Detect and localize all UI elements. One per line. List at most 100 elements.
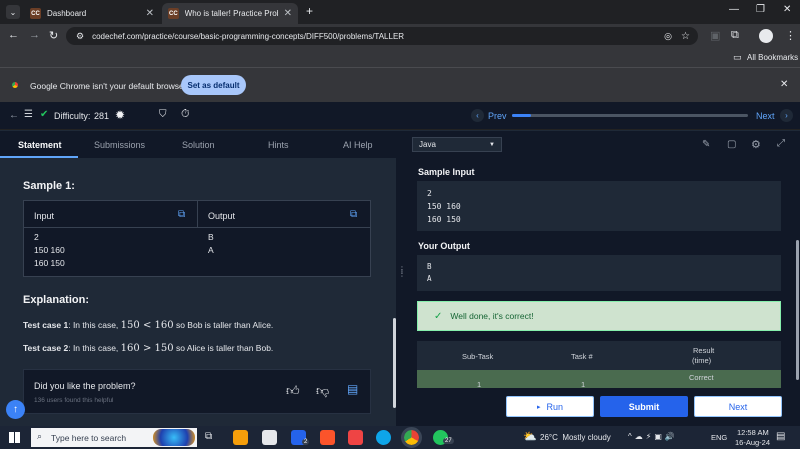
clock-date[interactable]: 16-Aug-24 [735, 438, 770, 447]
result-subheader: (time) [692, 356, 712, 365]
problem-statement-panel: Sample 1: Input ⧉ Output ⧉ 2 150 160 160… [0, 158, 396, 426]
sample-input-body: 2 150 160 160 150 [34, 231, 65, 270]
tab-hints[interactable]: Hints [268, 140, 289, 150]
timer-icon[interactable]: ⏱ [181, 108, 190, 121]
tab-statement[interactable]: Statement [18, 140, 62, 150]
back-arrow-icon[interactable]: ← [9, 110, 19, 121]
close-tab-icon[interactable]: ✕ [146, 8, 154, 19]
clock-time[interactable]: 12:58 AM [737, 428, 769, 437]
case-pre: : In this case, [68, 343, 121, 353]
windows-start-icon[interactable] [9, 432, 20, 443]
mail-badge: 2 [302, 439, 310, 445]
list-icon[interactable]: ☰ [24, 109, 33, 120]
close-tab-icon[interactable]: ✕ [284, 8, 292, 19]
file-explorer-icon[interactable] [233, 430, 248, 445]
system-tray-icons[interactable]: ^☁⚡▣🔊 [628, 432, 678, 441]
copy-output-icon[interactable]: ⧉ [350, 209, 357, 220]
problem-header: ← ☰ ✔ Difficulty: 281 ✹ ⛉ ⏱ ‹ Prev Next … [0, 102, 800, 130]
run-button[interactable]: ▸ Run [506, 396, 594, 417]
infobar-text: Google Chrome isn't your default browser [30, 81, 187, 91]
browser-tab-strip: ⌄ CC Dashboard ✕ CC Who is taller! Pract… [0, 0, 800, 24]
search-icon: ⌕ [37, 431, 43, 441]
thumbs-up-icon[interactable]: 👍︎ [286, 383, 300, 399]
browser-tab-dashboard[interactable]: CC Dashboard ✕ [24, 3, 160, 24]
scroll-to-top-button[interactable]: ↑ [6, 400, 25, 419]
all-bookmarks-link[interactable]: All Bookmarks [747, 53, 798, 62]
check-icon: ✓ [434, 310, 443, 322]
prev-chevron-icon[interactable]: ‹ [471, 109, 484, 122]
sample-input-title: Sample Input [418, 167, 475, 177]
notification-icon[interactable]: ▤ [776, 431, 785, 442]
site-info-icon[interactable]: ⚙ [76, 31, 84, 42]
minimize-icon[interactable]: — [729, 4, 739, 15]
bookmark-star-icon[interactable]: ☆ [681, 31, 690, 42]
tab-ai-help[interactable]: AI Help [343, 140, 373, 150]
chat-icon[interactable]: ▢ [727, 139, 736, 150]
comment-icon[interactable]: ▤ [347, 382, 358, 396]
youtube-icon[interactable] [348, 430, 363, 445]
close-window-icon[interactable]: ✕ [783, 4, 791, 15]
next-link[interactable]: Next [756, 111, 775, 121]
tab-search-icon[interactable]: ⌄ [6, 5, 20, 19]
sun-icon[interactable]: ✹ [115, 108, 125, 122]
explanation-case-2: Test case 2: In this case, 160 > 150 so … [23, 343, 273, 354]
magic-wand-icon[interactable]: ✎ [702, 139, 710, 150]
tab-submissions[interactable]: Submissions [94, 140, 145, 150]
address-bar[interactable]: ⚙ codechef.com/practice/course/basic-pro… [66, 27, 698, 45]
weather-text[interactable]: 26°C Mostly cloudy [540, 433, 611, 442]
expand-icon[interactable]: ⤢ [777, 138, 785, 149]
case-label: Test case 2 [23, 343, 69, 353]
next-chevron-icon[interactable]: › [780, 109, 793, 122]
sample-output-line: B [208, 232, 214, 242]
results-header: Sub-Task Task # Result (time) [417, 341, 781, 370]
infobar-close-icon[interactable]: ✕ [780, 79, 788, 90]
thumbs-down-icon[interactable]: 👎︎ [316, 383, 329, 399]
url-text: codechef.com/practice/course/basic-progr… [92, 31, 405, 41]
chrome-icon[interactable] [401, 427, 422, 448]
tab-solution[interactable]: Solution [182, 140, 215, 150]
new-tab-button[interactable]: + [306, 4, 313, 18]
forward-icon[interactable]: → [29, 29, 40, 41]
your-output-title: Your Output [418, 241, 470, 251]
edge-icon[interactable] [376, 430, 391, 445]
settings-gear-icon[interactable]: ⚙ [751, 138, 761, 151]
store-icon[interactable] [262, 430, 277, 445]
chevron-down-icon: ▼ [489, 141, 495, 148]
weather-icon: ⛅ [523, 431, 537, 443]
prev-link[interactable]: Prev [488, 111, 507, 121]
input-header: Input [34, 211, 55, 221]
profile-avatar[interactable] [759, 29, 773, 43]
browser-tab-problem[interactable]: CC Who is taller! Practice Problem ✕ [162, 3, 298, 24]
menu-dots-icon[interactable]: ⋮ [785, 29, 796, 42]
back-icon[interactable]: ← [8, 29, 19, 41]
restore-icon[interactable]: ❐ [756, 4, 765, 15]
next-problem-button[interactable]: Next [694, 396, 782, 417]
task-view-icon[interactable]: ⧉ [205, 431, 212, 442]
whatsapp-badge: 27 [443, 438, 454, 444]
set-as-default-button[interactable]: Set as default [181, 75, 246, 95]
submit-button[interactable]: Submit [600, 396, 688, 417]
right-scrollbar[interactable] [796, 240, 799, 380]
taskbar-search[interactable]: ⌕ Type here to search [31, 428, 197, 447]
bookmark-icon[interactable]: ⛉ [159, 109, 167, 120]
language-select[interactable]: Java ▼ [412, 137, 502, 152]
windows-taskbar: ⌕ Type here to search ⧉ 2 27 ⛅ 26°C Most… [0, 426, 800, 449]
output-line: B [427, 262, 432, 271]
eye-off-icon[interactable]: ◎ [664, 31, 672, 42]
brave-icon[interactable] [320, 430, 335, 445]
task-header: Task # [571, 352, 593, 361]
language-indicator[interactable]: ENG [711, 433, 727, 442]
your-output-block: B A [417, 255, 781, 291]
output-header-cell: Output ⧉ [198, 201, 372, 227]
output-panel: Sample Input 2 150 160 160 150 Your Outp… [404, 158, 800, 426]
copy-input-icon[interactable]: ⧉ [178, 209, 185, 220]
panel-resize-handle[interactable]: ⋮ ⋮ [396, 158, 406, 426]
reload-icon[interactable]: ↻ [49, 29, 58, 42]
run-label: Run [546, 401, 564, 412]
extension-icon[interactable]: ▣ [710, 29, 720, 42]
input-header-cell: Input ⧉ [24, 201, 198, 227]
puzzle-icon[interactable]: ⧉ [731, 29, 739, 42]
sample-input-line: 160 150 [427, 215, 461, 224]
sample-input-line: 2 [34, 232, 39, 242]
sample-table-header: Input ⧉ Output ⧉ [24, 201, 370, 228]
